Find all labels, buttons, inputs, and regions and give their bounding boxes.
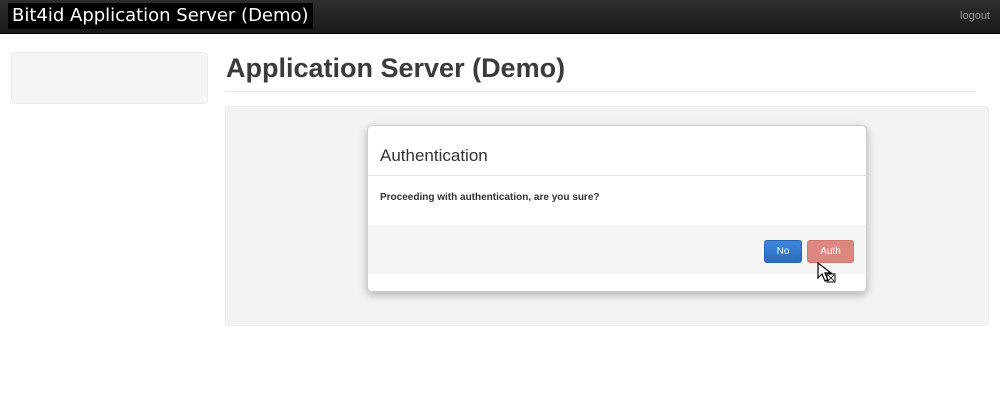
mouse-pointer-icon bbox=[817, 262, 836, 283]
title-divider bbox=[226, 91, 976, 92]
page-title: Application Server (Demo) bbox=[226, 53, 566, 83]
no-button[interactable]: No bbox=[764, 240, 802, 263]
sidebar-panel bbox=[11, 52, 208, 104]
dialog-message: Proceeding with authentication, are you … bbox=[380, 192, 600, 203]
authentication-dialog: Authentication Proceeding with authentic… bbox=[367, 125, 867, 292]
app-title[interactable]: Bit4id Application Server (Demo) bbox=[8, 3, 313, 29]
top-navbar: Bit4id Application Server (Demo) logout bbox=[0, 0, 1000, 34]
auth-button[interactable]: Auth bbox=[807, 240, 854, 263]
dialog-title: Authentication bbox=[380, 146, 488, 165]
logout-link[interactable]: logout bbox=[960, 10, 990, 22]
dialog-header: Authentication bbox=[368, 126, 866, 176]
